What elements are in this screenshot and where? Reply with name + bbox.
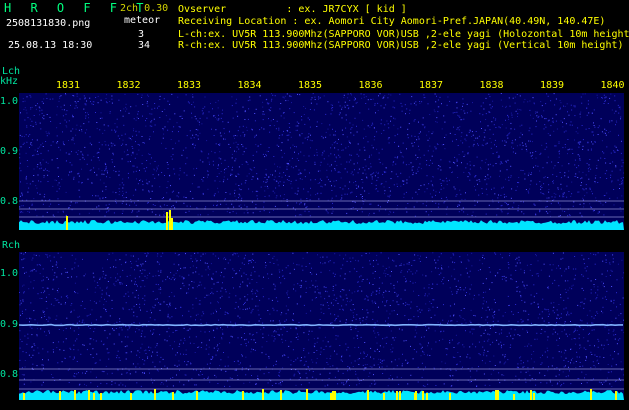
rch-label: Rch xyxy=(2,240,21,251)
filename: 2508131830.png xyxy=(6,18,91,29)
lch-spectrogram-svg xyxy=(19,93,624,230)
lch-y-label-0.8: 0.8 xyxy=(0,196,19,207)
lch-y-label-0.9: 0.9 xyxy=(0,146,19,157)
meteor-label: meteor xyxy=(124,15,161,26)
lch-spectrogram xyxy=(19,93,624,230)
lch-y-label-1.0: 1.0 xyxy=(0,96,19,107)
time-tick-1838: 1838 xyxy=(479,80,504,91)
observer-info: Ovserver : ex. JR7CYX [ kid ] xyxy=(178,4,407,15)
lch-unit-label: kHz xyxy=(0,76,19,87)
rch-y-label-0.9: 0.9 xyxy=(0,319,19,330)
rch-spectrogram-svg xyxy=(19,252,624,400)
time-tick-1833: 1833 xyxy=(176,80,202,91)
rch-y-label-1.0: 1.0 xyxy=(0,268,19,279)
rch-meteor-count: 34 xyxy=(138,40,151,51)
time-tick-1836: 1836 xyxy=(358,80,383,91)
rch-info: R-ch:ex. UV5R 113.900Mhz(SAPPORO VOR)USB… xyxy=(178,40,624,51)
time-tick-1832: 1832 xyxy=(116,80,141,91)
time-tick-1835: 1835 xyxy=(297,80,323,91)
time-tick-1834: 1834 xyxy=(237,80,262,91)
rch-y-label-0.8: 0.8 xyxy=(0,369,19,380)
time-tick-1840: 1840 xyxy=(600,80,625,91)
time-tick-1831: 1831 xyxy=(55,80,81,91)
time-tick-1837: 1837 xyxy=(418,80,444,91)
channel-mode: 2ch 0.30 xyxy=(120,3,169,14)
time-tick-1839: 1839 xyxy=(539,80,565,91)
rch-spectrogram xyxy=(19,252,624,400)
location-info: Receiving Location : ex. Aomori City Aom… xyxy=(178,16,606,27)
datetime: 25.08.13 18:30 xyxy=(8,40,93,51)
